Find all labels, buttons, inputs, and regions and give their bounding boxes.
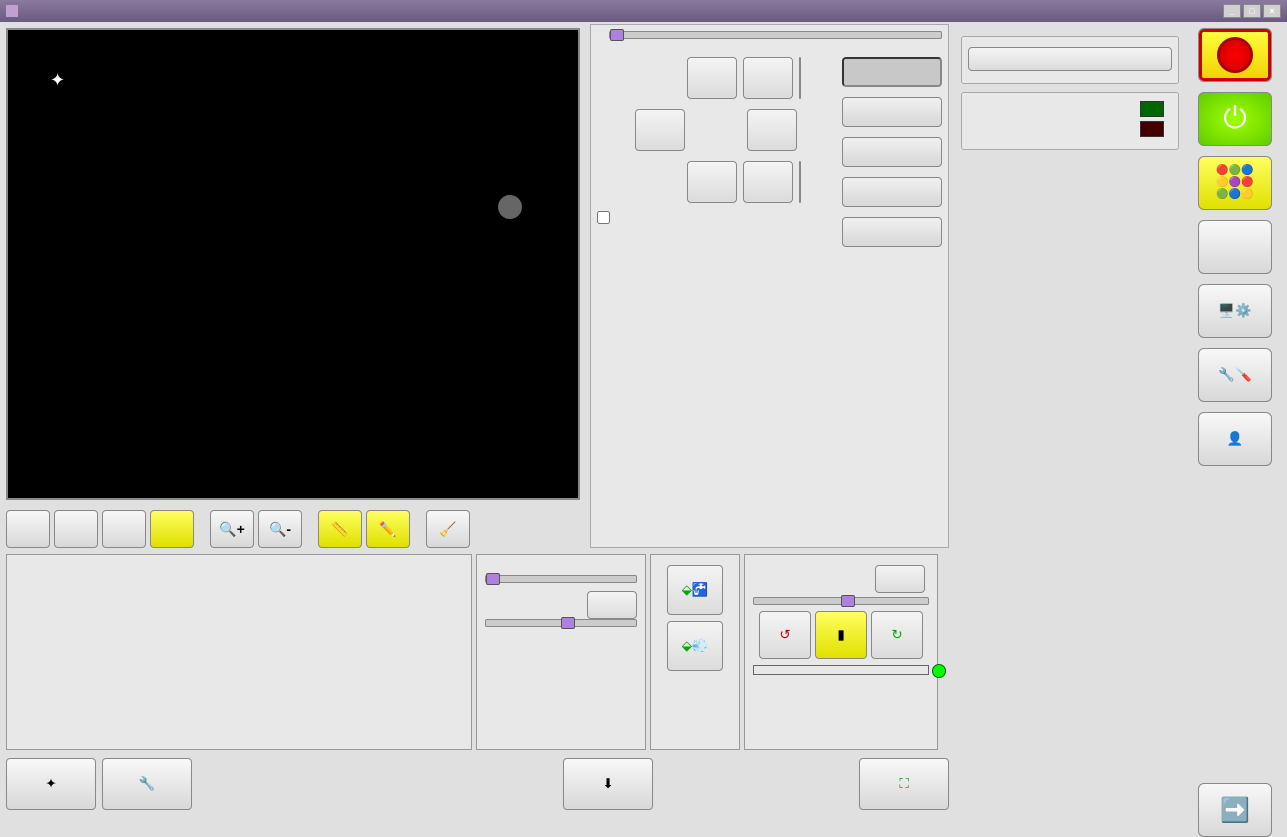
estop-icon	[1217, 37, 1253, 73]
feed-slider[interactable]	[485, 619, 637, 627]
right-toolbar: ⏻ 🔴🟢🔵🟡🟣🔴🟢🔵🟡 🖥️⚙️ 🔧🪛 👤 ➡️	[1185, 22, 1285, 837]
coolant-mist-button[interactable]: ⬙💨	[667, 621, 723, 671]
jog-rate-001mm[interactable]	[842, 177, 942, 207]
power-button[interactable]: ⏻	[1198, 92, 1272, 146]
probe-frame	[961, 92, 1179, 150]
axes-icon: 🔴🟢🔵🟡🟣🔴🟢🔵🟡	[1216, 165, 1253, 201]
feed-100-button[interactable]	[587, 591, 637, 619]
jog-x-minus[interactable]	[635, 109, 685, 151]
spindle-stop-button[interactable]: ▮	[815, 611, 867, 659]
touchoff-button[interactable]: ✦	[6, 758, 96, 810]
dimensions-button[interactable]: 📏	[318, 510, 362, 548]
estop-button[interactable]	[1198, 28, 1272, 82]
jog-rate-continuous[interactable]	[842, 57, 942, 87]
zoom-out-button[interactable]: 🔍-	[258, 510, 302, 548]
mdi-button[interactable]	[1198, 220, 1272, 274]
drill-icon: ⬇	[602, 776, 613, 792]
auto-button[interactable]: 🖥️⚙️	[1198, 284, 1272, 338]
view-p-button[interactable]	[6, 510, 50, 548]
spindle-cw-button[interactable]: ↻	[871, 611, 923, 659]
jog-a-minus[interactable]	[799, 161, 801, 203]
reference-tool-button[interactable]	[968, 47, 1172, 71]
spindle-cw-icon: ↻	[891, 627, 902, 642]
jog-z-plus[interactable]	[743, 57, 793, 99]
crosshair-icon: ✦	[45, 776, 56, 792]
close-button[interactable]: ×	[1263, 4, 1281, 18]
pencil-icon: ✏️	[379, 521, 396, 538]
tooledit-button[interactable]: 🔧	[102, 758, 192, 810]
probe-contact-led	[1140, 121, 1164, 137]
bottom-toolbar: ✦ 🔧 ⬇ ⛶	[0, 752, 955, 816]
settings-button[interactable]: 🔧🪛	[1198, 348, 1272, 402]
toolchange-button[interactable]: ⬇	[563, 758, 653, 810]
view-y-button[interactable]	[102, 510, 146, 548]
mist-icon: ⬙💨	[682, 638, 709, 653]
jog-panel	[590, 24, 949, 548]
jog-y-plus[interactable]	[687, 57, 737, 99]
maxvel-slider[interactable]	[485, 575, 637, 583]
jog-y-minus[interactable]	[687, 161, 737, 203]
zoom-in-icon: 🔍+	[219, 521, 245, 538]
homing-button[interactable]: 🔴🟢🔵🟡🟣🔴🟢🔵🟡	[1198, 156, 1272, 210]
info-panel	[6, 554, 472, 750]
user-icon: 👤	[1227, 431, 1244, 447]
exit-button[interactable]: ➡️	[1198, 783, 1272, 837]
minimize-button[interactable]: _	[1223, 4, 1241, 18]
velocity-panel	[476, 554, 646, 750]
machine-icon: 🖥️⚙️	[1218, 303, 1251, 319]
origin-icon: ✦	[50, 70, 65, 91]
jog-rate-1mm[interactable]	[842, 97, 942, 127]
coolant-flood-button[interactable]: ⬙🚰	[667, 565, 723, 615]
exit-icon: ➡️	[1220, 796, 1250, 825]
expand-icon: ⛶	[899, 776, 908, 792]
zoom-in-button[interactable]: 🔍+	[210, 510, 254, 548]
spindle-stop-icon: ▮	[837, 627, 844, 642]
flood-icon: ⬙🚰	[682, 582, 709, 597]
titlebar: _ □ ×	[0, 0, 1287, 22]
jog-z-minus[interactable]	[743, 161, 793, 203]
ignore-limits-checkbox[interactable]	[597, 211, 610, 224]
view-toolbar: 🔍+ 🔍- 📏 ✏️ 🧹	[0, 506, 586, 552]
view-x-button[interactable]	[54, 510, 98, 548]
tools-icon: 🔧	[139, 776, 156, 792]
spindle-100-button[interactable]	[875, 565, 925, 593]
jog-vel-slider[interactable]	[609, 31, 942, 39]
tool-frame	[961, 36, 1179, 84]
jog-rate-0001mm[interactable]	[842, 217, 942, 247]
spindle-led-icon	[932, 664, 946, 678]
cooling-panel: ⬙🚰 ⬙💨	[650, 554, 740, 750]
zoom-out-icon: 🔍-	[269, 521, 291, 538]
maximize-button[interactable]: □	[1243, 4, 1261, 18]
wrench-icon: 🔧🪛	[1218, 367, 1251, 383]
gcode-preview[interactable]: ✦	[6, 28, 580, 500]
edit-button[interactable]: ✏️	[366, 510, 410, 548]
jog-rate-01mm[interactable]	[842, 137, 942, 167]
view-z-button[interactable]	[150, 510, 194, 548]
jog-x-plus[interactable]	[747, 109, 797, 151]
jog-a-plus[interactable]	[799, 57, 801, 99]
clear-button[interactable]: 🧹	[426, 510, 470, 548]
spindle-ccw-icon: ↺	[779, 627, 790, 642]
broom-icon: 🧹	[439, 521, 456, 538]
spindle-ccw-button[interactable]: ↺	[759, 611, 811, 659]
tool-marker	[498, 195, 522, 219]
ruler-icon: 📏	[331, 521, 348, 538]
spindle-panel: ↺ ▮ ↻	[744, 554, 938, 750]
probing-led	[1140, 101, 1164, 117]
power-icon: ⏻	[1223, 102, 1247, 136]
fullscreen-button[interactable]: ⛶	[859, 758, 949, 810]
spindle-slider[interactable]	[753, 597, 929, 605]
spindle-bar	[753, 665, 929, 675]
app-icon	[6, 5, 18, 17]
user-button[interactable]: 👤	[1198, 412, 1272, 466]
